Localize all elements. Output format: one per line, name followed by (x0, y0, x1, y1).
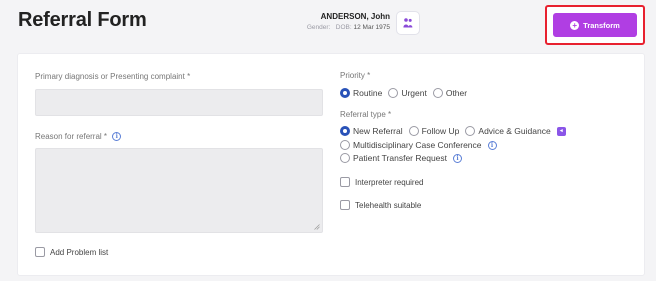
referral-option-follow-up[interactable]: Follow Up (408, 126, 459, 136)
radio[interactable] (340, 153, 350, 163)
radio[interactable] (408, 126, 419, 136)
reason-textarea[interactable] (35, 148, 323, 233)
priority-option-urgent[interactable]: Urgent (388, 88, 427, 98)
plus-circle-icon: + (570, 20, 580, 30)
referral-option-new-referral[interactable]: New Referral (340, 126, 403, 136)
radio[interactable] (340, 140, 350, 150)
radio-selected[interactable] (340, 88, 350, 98)
priority-option-routine[interactable]: Routine (340, 88, 382, 98)
telehealth-row[interactable]: Telehealth suitable (340, 200, 421, 210)
patient-name: ANDERSON, John (320, 12, 390, 21)
referral-form-card: Primary diagnosis or Presenting complain… (17, 53, 645, 276)
referral-type-row-2: Multidisciplinary Case Conference i (340, 140, 503, 150)
primary-diagnosis-field[interactable] (35, 89, 323, 116)
referral-option-mdt[interactable]: Multidisciplinary Case Conference i (340, 140, 497, 150)
add-problem-list-row[interactable]: Add Problem list (35, 247, 108, 257)
patient-meta: Gender: DOB: 12 Mar 1975 (286, 24, 390, 31)
referral-type-label: Referral type * (340, 110, 392, 119)
referral-option-patient-transfer[interactable]: Patient Transfer Request i (340, 153, 463, 163)
patient-banner: ANDERSON, John Gender: DOB: 12 Mar 1975 (286, 12, 390, 31)
telehealth-checkbox[interactable] (340, 200, 350, 210)
family-icon[interactable] (396, 11, 420, 35)
info-icon[interactable]: i (453, 153, 463, 163)
radio[interactable] (388, 88, 399, 98)
primary-diagnosis-label: Primary diagnosis or Presenting complain… (35, 72, 191, 81)
referral-type-row-1: New Referral Follow Up Advice & Guidance… (340, 126, 572, 136)
interpreter-row[interactable]: Interpreter required (340, 177, 423, 187)
radio-selected[interactable] (340, 126, 350, 136)
advice-guidance-icon[interactable]: ◄ (556, 126, 566, 136)
transform-highlight: + Transform (545, 5, 645, 45)
add-problem-list-checkbox[interactable] (35, 247, 45, 257)
referral-type-row-3: Patient Transfer Request i (340, 153, 468, 163)
transform-label: Transform (583, 20, 620, 30)
dob-label: DOB: (335, 24, 352, 31)
resize-handle-icon[interactable] (314, 224, 320, 230)
reason-label-row: Reason for referral * i (35, 132, 122, 142)
priority-radio-group: Routine Urgent Other (340, 88, 473, 98)
referral-option-advice-guidance[interactable]: Advice & Guidance ◄ (465, 126, 566, 136)
gender-label: Gender: (306, 24, 331, 31)
radio[interactable] (432, 88, 443, 98)
radio[interactable] (465, 126, 476, 136)
interpreter-label: Interpreter required (355, 177, 424, 187)
dob-value: 12 Mar 1975 (353, 24, 391, 31)
info-icon[interactable]: i (112, 132, 122, 142)
add-problem-list-label: Add Problem list (50, 247, 109, 257)
priority-option-other[interactable]: Other (432, 88, 467, 98)
telehealth-label: Telehealth suitable (355, 200, 422, 210)
page-title: Referral Form (18, 9, 147, 31)
interpreter-checkbox[interactable] (340, 177, 350, 187)
reason-label: Reason for referral * (35, 132, 108, 141)
transform-button[interactable]: + Transform (553, 13, 637, 37)
priority-label: Priority * (340, 71, 371, 80)
info-icon[interactable]: i (487, 140, 497, 150)
